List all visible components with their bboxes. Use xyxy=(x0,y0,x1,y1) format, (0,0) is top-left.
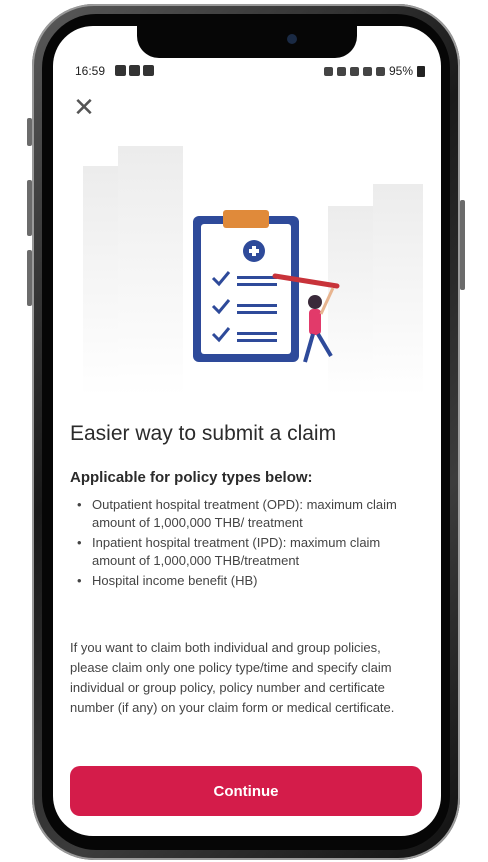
system-icons: 95% xyxy=(323,64,425,78)
phone-volume-down xyxy=(27,250,32,306)
message-icon xyxy=(129,65,140,76)
signal-icon xyxy=(375,66,385,76)
alarm-icon xyxy=(323,66,333,76)
clipboard-icon xyxy=(193,210,299,362)
phone-volume-up xyxy=(27,180,32,236)
camera-icon xyxy=(287,34,297,44)
bluetooth-icon xyxy=(336,66,346,76)
list-item: Inpatient hospital treatment (IPD): maxi… xyxy=(70,534,418,570)
status-time: 16:59 xyxy=(75,64,106,78)
battery-icon xyxy=(417,65,425,77)
section-subtitle: Applicable for policy types below: xyxy=(70,469,313,486)
notch xyxy=(137,26,357,58)
battery-percent: 95% xyxy=(388,64,413,78)
notification-icons xyxy=(115,65,154,76)
continue-button[interactable]: Continue xyxy=(70,766,422,816)
wifi-icon xyxy=(362,66,372,76)
phone-power-button xyxy=(460,200,465,290)
check-icon xyxy=(143,65,154,76)
list-item: Hospital income benefit (HB) xyxy=(70,572,418,590)
policy-type-list: Outpatient hospital treatment (OPD): max… xyxy=(70,496,418,592)
claim-illustration xyxy=(83,146,423,396)
page-title: Easier way to submit a claim xyxy=(70,422,337,445)
mute-icon xyxy=(349,66,359,76)
gallery-icon xyxy=(115,65,126,76)
claim-note: If you want to claim both individual and… xyxy=(70,640,395,715)
status-bar: 16:59 95% xyxy=(73,64,425,80)
app-screen: 16:59 95% ✕ Easier way to submit a claim… xyxy=(53,26,441,836)
list-item: Outpatient hospital treatment (OPD): max… xyxy=(70,496,418,532)
phone-mute-switch xyxy=(27,118,32,146)
close-icon[interactable]: ✕ xyxy=(71,94,97,120)
